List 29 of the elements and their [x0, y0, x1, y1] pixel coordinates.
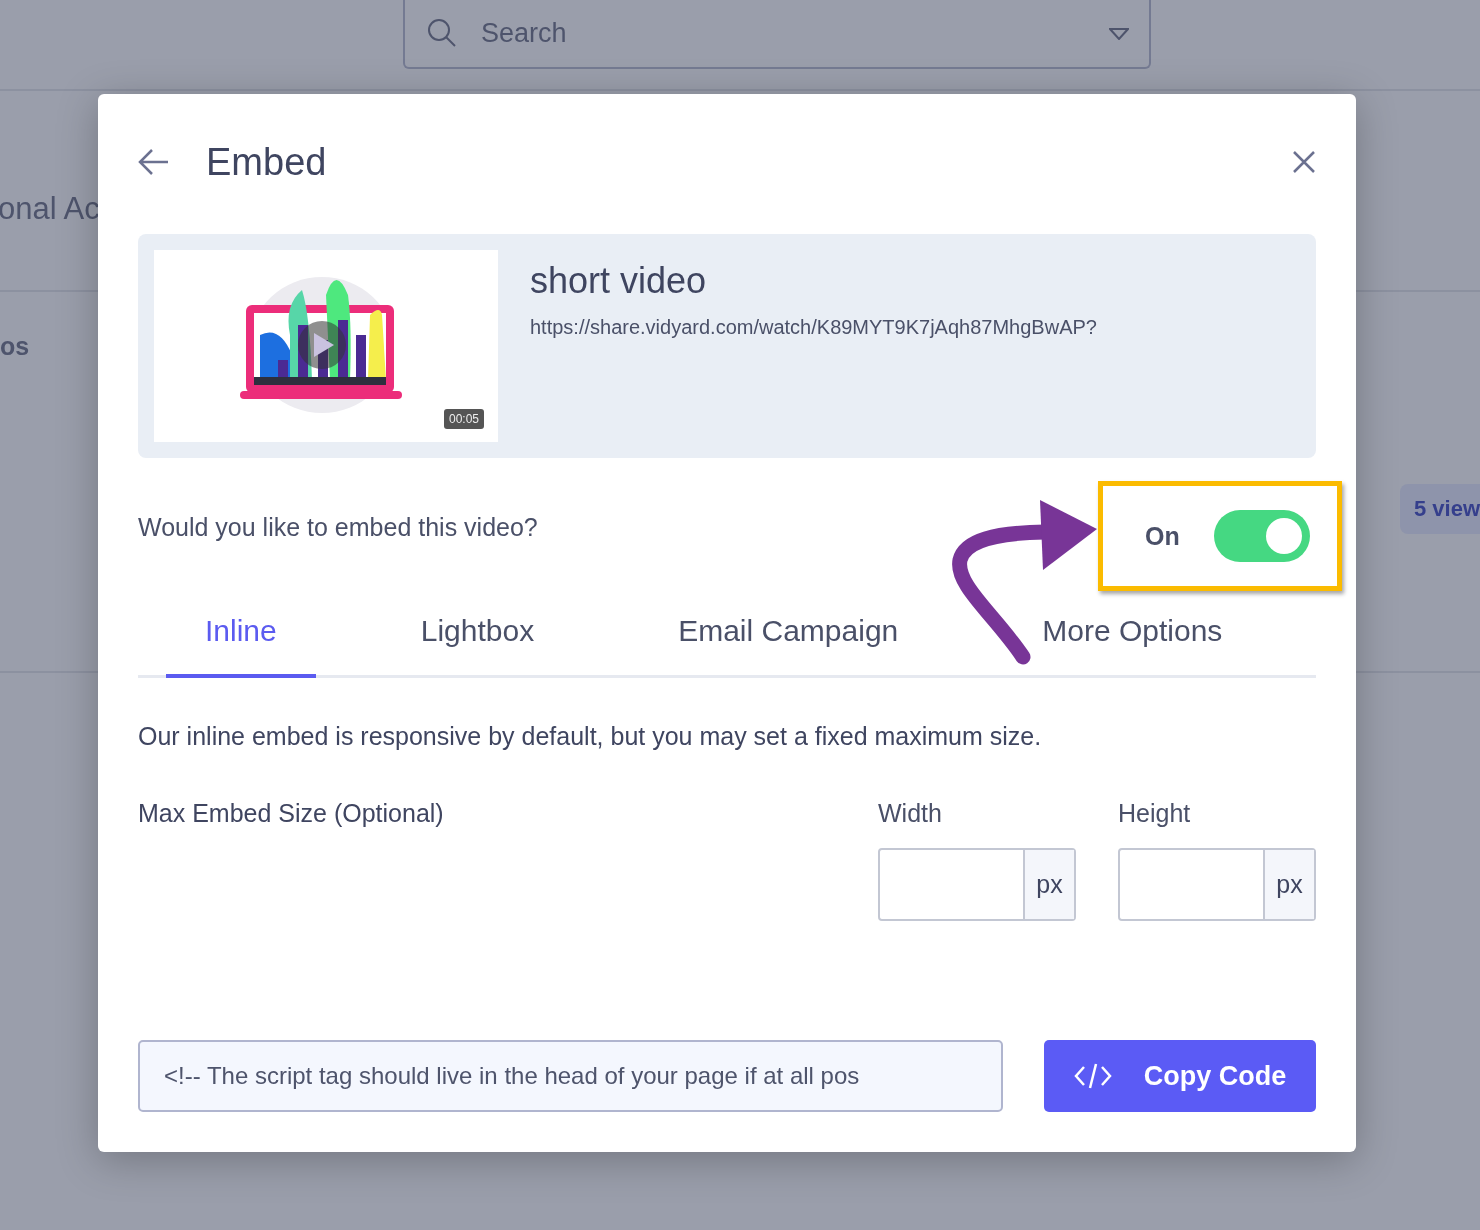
tab[interactable]: Inline [166, 598, 316, 678]
field-label: Width [878, 799, 943, 828]
toggle-label: On [1145, 521, 1180, 551]
section-label: os [0, 332, 30, 360]
close-icon[interactable] [1292, 150, 1316, 174]
embed-question: Would you like to embed this video? [138, 512, 538, 542]
dialog-title: Embed [206, 140, 328, 184]
video-thumbnail[interactable]: 00:05 [154, 250, 498, 442]
max-size-label: Max Embed Size (Optional) [138, 799, 445, 829]
section-heading: onal Ac [0, 191, 100, 226]
tab[interactable]: Email Campaign [639, 598, 938, 678]
field-label: Height [1118, 799, 1192, 828]
video-title: short video [530, 260, 708, 302]
tab[interactable]: More Options [1003, 598, 1262, 678]
embed-toggle[interactable] [1213, 510, 1310, 562]
copy-code-button[interactable]: Copy Code [1044, 1040, 1316, 1112]
search-icon [427, 18, 457, 48]
code-icon [1073, 1062, 1112, 1090]
tab[interactable]: Lightbox [381, 598, 574, 678]
embed-code-field[interactable]: <!-- The script tag should live in the head of your page if at all pos [138, 1040, 1003, 1112]
size-input-field[interactable]: px [878, 848, 1076, 921]
search-field[interactable]: Search [403, 0, 1151, 69]
embed-description: Our inline embed is responsive by default, but you may set a fixed maximum size. [138, 722, 1043, 751]
views-badge: 5 view [1399, 484, 1480, 534]
size-input-field[interactable]: px [1118, 848, 1316, 921]
dropdown-caret-icon [1109, 28, 1129, 40]
back-arrow-icon[interactable] [138, 148, 170, 176]
duration-label: 00:05 [443, 409, 484, 429]
video-url: https://share.vidyard.com/watch/K89MYT9K7jAqh87MhgBwAP? [530, 316, 1097, 339]
